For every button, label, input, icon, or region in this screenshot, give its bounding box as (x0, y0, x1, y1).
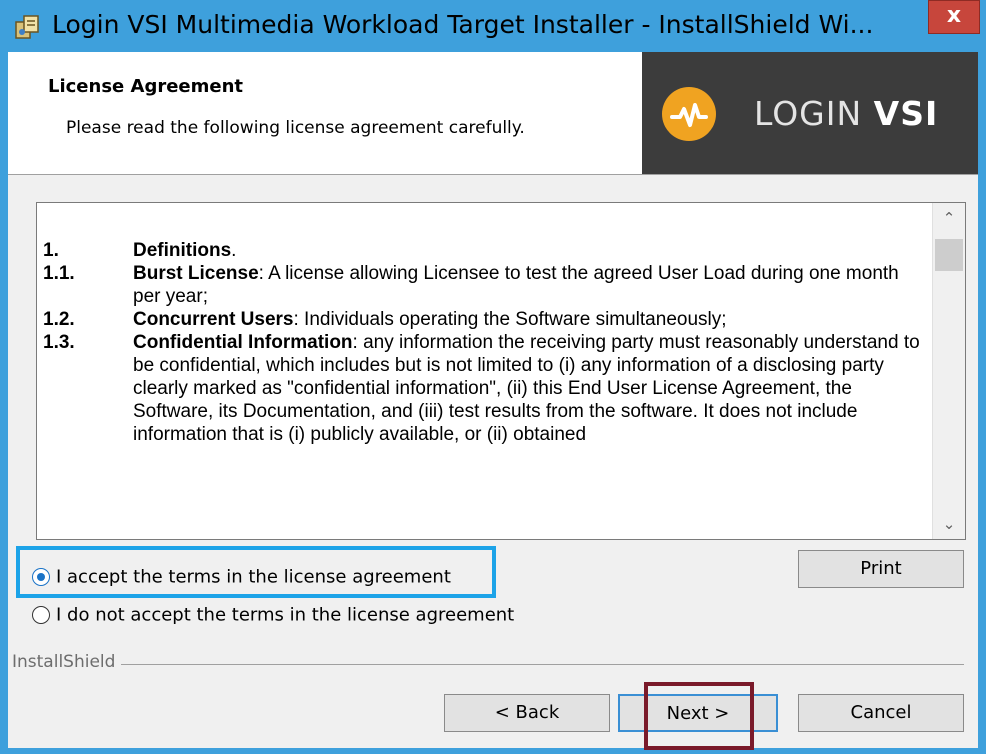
radio-unchecked-icon[interactable] (32, 606, 50, 624)
logo-text: LOGIN VSI (754, 94, 939, 133)
license-item-number: 1. (43, 240, 59, 261)
print-button[interactable]: Print (798, 550, 964, 588)
license-item-term: Definitions (133, 240, 232, 261)
scrollbar-thumb[interactable] (935, 239, 963, 271)
installshield-label: InstallShield (12, 652, 122, 672)
license-text: 1. Definitions. 1.1. Burst License: A li… (43, 239, 923, 446)
scroll-down-icon[interactable]: ⌄ (933, 509, 965, 539)
license-item-number: 1.3. (43, 332, 75, 353)
license-item-term: Concurrent Users (133, 309, 294, 330)
installer-icon (15, 15, 39, 39)
license-item-number: 1.1. (43, 263, 75, 284)
license-scrollbar[interactable]: ⌃ ⌄ (932, 203, 965, 539)
accept-terms-label[interactable]: I accept the terms in the license agreem… (56, 567, 451, 588)
accept-terms-radio[interactable]: I accept the terms in the license agreem… (32, 566, 451, 588)
decline-terms-label[interactable]: I do not accept the terms in the license… (56, 605, 514, 626)
license-item: 1.1. Burst License: A license allowing L… (43, 262, 923, 308)
footer-divider (12, 664, 964, 665)
cancel-button[interactable]: Cancel (798, 694, 964, 732)
license-text-box[interactable]: 1. Definitions. 1.1. Burst License: A li… (36, 202, 966, 540)
logo-mark-icon (662, 87, 716, 141)
back-button[interactable]: < Back (444, 694, 610, 732)
decline-terms-radio[interactable]: I do not accept the terms in the license… (32, 604, 514, 626)
header-band: License Agreement Please read the follow… (8, 52, 978, 175)
license-item: 1. Definitions. (43, 239, 923, 262)
page-subtitle: Please read the following license agreem… (66, 118, 525, 138)
page-title: License Agreement (48, 76, 244, 97)
close-button[interactable]: x (928, 0, 980, 34)
title-bar: Login VSI Multimedia Workload Target Ins… (0, 0, 986, 52)
license-item: 1.3. Confidential Information: any infor… (43, 331, 923, 446)
license-item-term: Burst License (133, 263, 259, 284)
license-item-number: 1.2. (43, 309, 75, 330)
login-vsi-logo: LOGIN VSI (642, 52, 978, 174)
window-title: Login VSI Multimedia Workload Target Ins… (52, 10, 874, 39)
license-item-text: : Individuals operating the Software sim… (293, 309, 727, 330)
radio-checked-icon[interactable] (32, 568, 50, 586)
license-item-term: Confidential Information (133, 332, 353, 353)
license-item-text: . (231, 240, 237, 261)
next-highlight-box (644, 682, 754, 750)
license-item: 1.2. Concurrent Users: Individuals opera… (43, 308, 923, 331)
scroll-up-icon[interactable]: ⌃ (933, 203, 965, 233)
installer-dialog: License Agreement Please read the follow… (8, 52, 978, 750)
